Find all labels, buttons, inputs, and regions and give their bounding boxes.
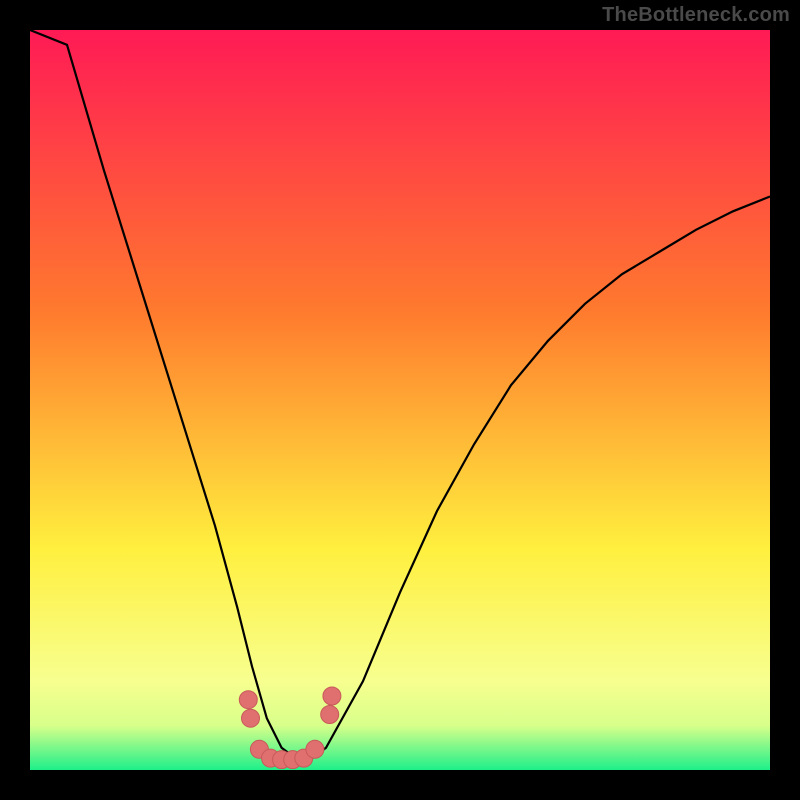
plot-background: [30, 30, 770, 770]
watermark-text: TheBottleneck.com: [602, 4, 790, 27]
curve-marker: [306, 740, 324, 758]
bottleneck-chart: [0, 0, 800, 800]
curve-marker: [321, 706, 339, 724]
chart-stage: TheBottleneck.com: [0, 0, 800, 800]
curve-marker: [242, 709, 260, 727]
curve-marker: [323, 687, 341, 705]
curve-marker: [239, 691, 257, 709]
